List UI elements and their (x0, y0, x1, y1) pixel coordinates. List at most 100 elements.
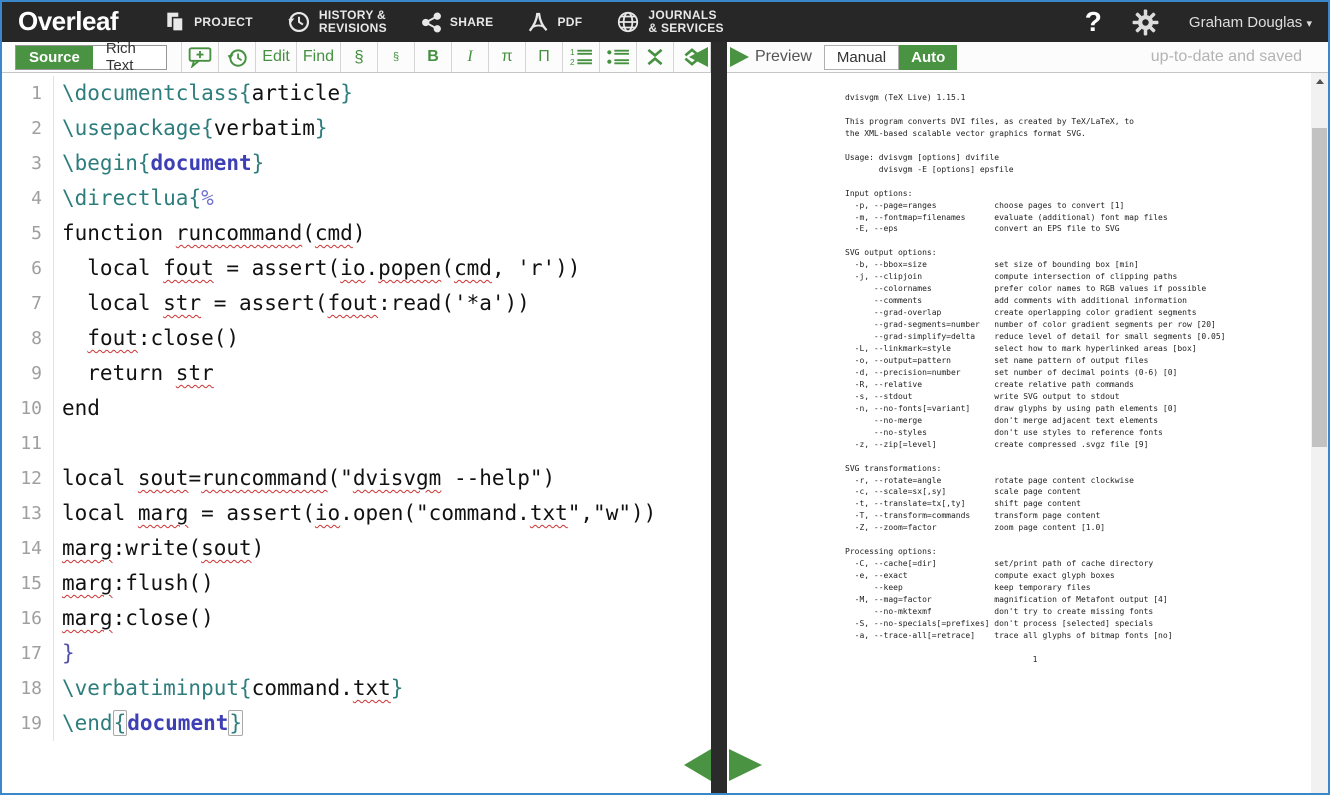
history-icon (287, 10, 311, 34)
code-line[interactable]: 4\directlua{% (2, 181, 711, 216)
pdf-line: the XML-based scalable vector graphics f… (845, 128, 1328, 140)
code-line[interactable]: 15marg:flush() (2, 566, 711, 601)
code-text: function runcommand(cmd) (54, 216, 365, 251)
pdf-line: -T, --transform=commandstransform page c… (845, 510, 1328, 522)
code-line[interactable]: 19\end{document} (2, 706, 711, 741)
share-icon (421, 12, 442, 33)
find-button[interactable]: Find (297, 42, 341, 72)
menu-item-label: PDF (557, 16, 582, 29)
manual-compile-button[interactable]: Manual (824, 45, 899, 70)
restore-history-button[interactable] (219, 42, 256, 72)
inline-math-button[interactable]: π (489, 42, 526, 72)
bold-button[interactable]: B (415, 42, 452, 72)
code-line[interactable]: 9 return str (2, 356, 711, 391)
code-line[interactable]: 7 local str = assert(fout:read('*a')) (2, 286, 711, 321)
code-line[interactable]: 14marg:write(sout) (2, 531, 711, 566)
pdf-line: -C, --cache[=dir]set/print path of cache… (845, 558, 1328, 570)
code-line[interactable]: 17} (2, 636, 711, 671)
code-editor[interactable]: 1\documentclass{article}2\usepackage{ver… (2, 73, 711, 793)
pdf-text: dvisvgm (TeX Live) 1.15.1 This program c… (845, 92, 1328, 642)
pdf-line: -z, --zip[=level]create compressed .svgz… (845, 439, 1328, 451)
pdf-line: -p, --page=rangeschoose pages to convert… (845, 200, 1328, 212)
menu-item-label: JOURNALS& SERVICES (648, 9, 723, 35)
source-mode-button[interactable]: Source (16, 46, 93, 69)
pdf-line: -L, --linkmark=styleselect how to mark h… (845, 343, 1328, 355)
pdf-line: -M, --mag=factormagnification of Metafon… (845, 594, 1328, 606)
pane-splitter[interactable] (711, 42, 727, 793)
pdf-line: -S, --no-specials[=prefixes]don't proces… (845, 618, 1328, 630)
rich-text-mode-button[interactable]: Rich Text (93, 46, 166, 69)
scrollbar-up-arrow[interactable] (1311, 73, 1328, 90)
line-number: 11 (2, 426, 54, 461)
pdf-line: -o, --output=patternset name pattern of … (845, 355, 1328, 367)
add-comment-button[interactable] (182, 42, 219, 72)
pdf-line: --keepkeep temporary files (845, 582, 1328, 594)
pdf-line: -E, --epsconvert an EPS file to SVG (845, 223, 1328, 235)
pdf-line: SVG transformations: (845, 463, 1328, 475)
pdf-line (845, 451, 1328, 463)
code-line[interactable]: 3\begin{document} (2, 146, 711, 181)
code-line[interactable]: 8 fout:close() (2, 321, 711, 356)
code-text: \begin{document} (54, 146, 264, 181)
pdf-line: -R, --relativecreate relative path comma… (845, 379, 1328, 391)
numbered-list-button[interactable]: 12 (563, 42, 600, 72)
code-line[interactable]: 18\verbatiminput{command.txt} (2, 671, 711, 706)
line-number: 10 (2, 391, 54, 426)
pdf-line: -e, --exactcompute exact glyph boxes (845, 570, 1328, 582)
menu-item-journals-services[interactable]: JOURNALS& SERVICES (616, 2, 723, 42)
subsection-button[interactable]: § (378, 42, 415, 72)
overleaf-logo-text: Overleaf (18, 6, 118, 37)
menu-item-pdf[interactable]: PDF (527, 2, 582, 42)
menu-item-label: SHARE (450, 16, 494, 29)
gear-icon[interactable] (1132, 9, 1159, 36)
line-number: 13 (2, 496, 54, 531)
code-text: \end{document} (54, 706, 243, 741)
menu-item-history-revisions[interactable]: HISTORY &REVISIONS (287, 2, 387, 42)
editor-toolbar: Source Rich Text Edit Find (2, 42, 711, 73)
auto-compile-button[interactable]: Auto (899, 45, 957, 70)
italic-button[interactable]: I (452, 42, 489, 72)
menu-item-label: PROJECT (194, 16, 253, 29)
code-line[interactable]: 16marg:close() (2, 601, 711, 636)
menu-item-share[interactable]: SHARE (421, 2, 494, 42)
pdf-line: -j, --clipjoincompute intersection of cl… (845, 271, 1328, 283)
code-line[interactable]: 5function runcommand(cmd) (2, 216, 711, 251)
collapse-button[interactable] (637, 42, 674, 72)
overleaf-logo[interactable]: Overleaf (2, 6, 118, 39)
pdf-preview[interactable]: dvisvgm (TeX Live) 1.15.1 This program c… (727, 73, 1328, 793)
section-button[interactable]: § (341, 42, 378, 72)
code-line[interactable]: 10end (2, 391, 711, 426)
code-line[interactable]: 11 (2, 426, 711, 461)
code-line[interactable]: 13local marg = assert(io.open("command.t… (2, 496, 711, 531)
code-line[interactable]: 2\usepackage{verbatim} (2, 111, 711, 146)
menu-item-project[interactable]: PROJECT (164, 2, 253, 42)
collapse-editor-triangle[interactable] (689, 47, 708, 67)
code-line[interactable]: 6 local fout = assert(io.popen(cmd, 'r')… (2, 251, 711, 286)
edit-menu-button[interactable]: Edit (256, 42, 297, 72)
bullet-list-button[interactable] (600, 42, 637, 72)
user-menu[interactable]: Graham Douglas ▾ (1189, 14, 1312, 31)
numbered-list-icon: 12 (569, 47, 593, 67)
topbar-menu: PROJECT HISTORY &REVISIONS SHARE (164, 2, 724, 42)
pdf-line: --no-stylesdon't use styles to reference… (845, 427, 1328, 439)
code-text: \documentclass{article} (54, 76, 353, 111)
preview-scrollbar[interactable] (1311, 73, 1328, 793)
display-math-button[interactable]: Π (526, 42, 563, 72)
line-number: 2 (2, 111, 54, 146)
line-number: 8 (2, 321, 54, 356)
code-text: local sout=runcommand("dvisvgm --help") (54, 461, 555, 496)
pdf-line: -s, --stdoutwrite SVG output to stdout (845, 391, 1328, 403)
code-line[interactable]: 1\documentclass{article} (2, 76, 711, 111)
collapse-editor-bottom-triangle[interactable] (684, 749, 711, 781)
scrollbar-thumb[interactable] (1312, 128, 1327, 447)
line-number: 6 (2, 251, 54, 286)
help-button[interactable]: ? (1085, 8, 1102, 36)
code-line[interactable]: 12local sout=runcommand("dvisvgm --help"… (2, 461, 711, 496)
pdf-page-number: 1 (845, 655, 1225, 664)
code-text: local fout = assert(io.popen(cmd, 'r')) (54, 251, 580, 286)
expand-preview-triangle[interactable] (730, 47, 749, 67)
line-number: 12 (2, 461, 54, 496)
expand-preview-bottom-triangle[interactable] (729, 749, 762, 781)
code-text: \verbatiminput{command.txt} (54, 671, 403, 706)
code-text: fout:close() (54, 321, 239, 356)
